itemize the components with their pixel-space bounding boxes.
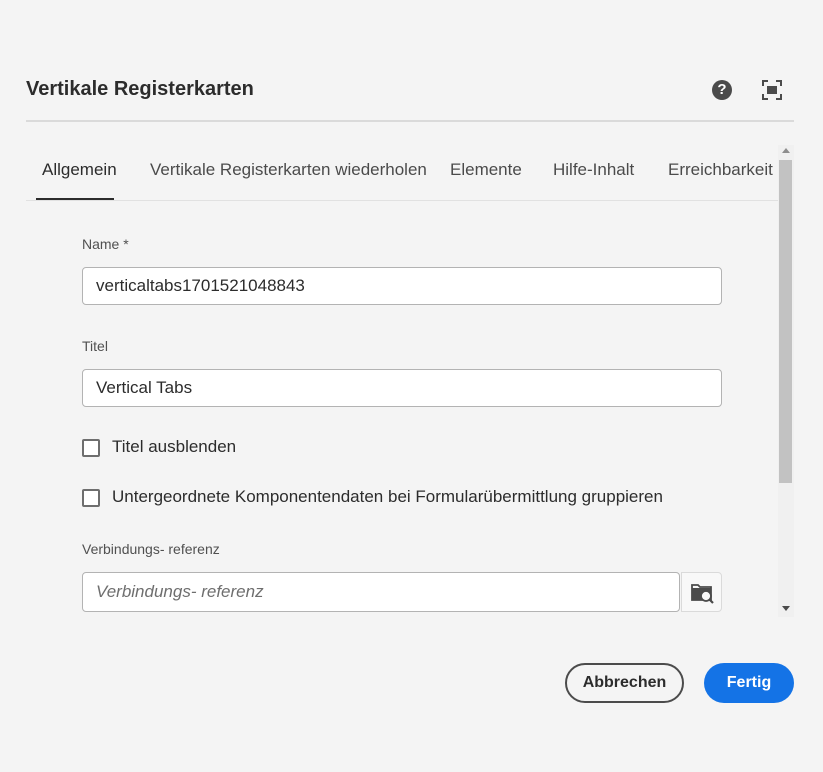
tab-allgemein[interactable]: Allgemein <box>42 160 117 180</box>
title-input[interactable] <box>82 369 722 407</box>
name-label: Name * <box>82 236 129 252</box>
tab-hilfe-inhalt[interactable]: Hilfe-Inhalt <box>553 160 634 180</box>
fullscreen-icon[interactable] <box>762 80 782 100</box>
hide-title-label: Titel ausblenden <box>112 437 237 456</box>
cancel-button[interactable]: Abbrechen <box>565 663 684 703</box>
group-data-label: Untergeordnete Komponentendaten bei Form… <box>112 487 663 506</box>
tab-erreichbarkeit[interactable]: Erreichbarkeit <box>668 160 773 180</box>
scroll-up-arrow-icon[interactable] <box>782 148 790 153</box>
scrollbar-thumb[interactable] <box>779 160 792 483</box>
dialog-title: Vertikale Registerkarten <box>26 78 254 100</box>
header-divider <box>26 120 794 122</box>
binding-ref-input[interactable] <box>82 572 680 612</box>
folder-search-icon <box>691 584 714 604</box>
scroll-down-arrow-icon[interactable] <box>782 606 790 611</box>
checkbox-box[interactable] <box>82 439 100 457</box>
name-input[interactable] <box>82 267 722 305</box>
checkbox-box[interactable] <box>82 489 100 507</box>
tab-vertikale-registerkarten-wiederholen[interactable]: Vertikale Registerkarten wiederholen <box>150 160 427 180</box>
done-button[interactable]: Fertig <box>704 663 794 703</box>
tabs-divider <box>26 200 778 201</box>
help-circle-icon[interactable]: ? <box>712 80 732 100</box>
binding-ref-label: Verbindungs- referenz <box>82 541 220 557</box>
tab-list: Allgemein Vertikale Registerkarten wiede… <box>26 150 778 202</box>
title-label: Titel <box>82 338 108 354</box>
dialog: Vertikale Registerkarten ? Allgemein Ver… <box>0 0 823 772</box>
browse-button[interactable] <box>681 572 722 612</box>
tab-elemente[interactable]: Elemente <box>450 160 522 180</box>
